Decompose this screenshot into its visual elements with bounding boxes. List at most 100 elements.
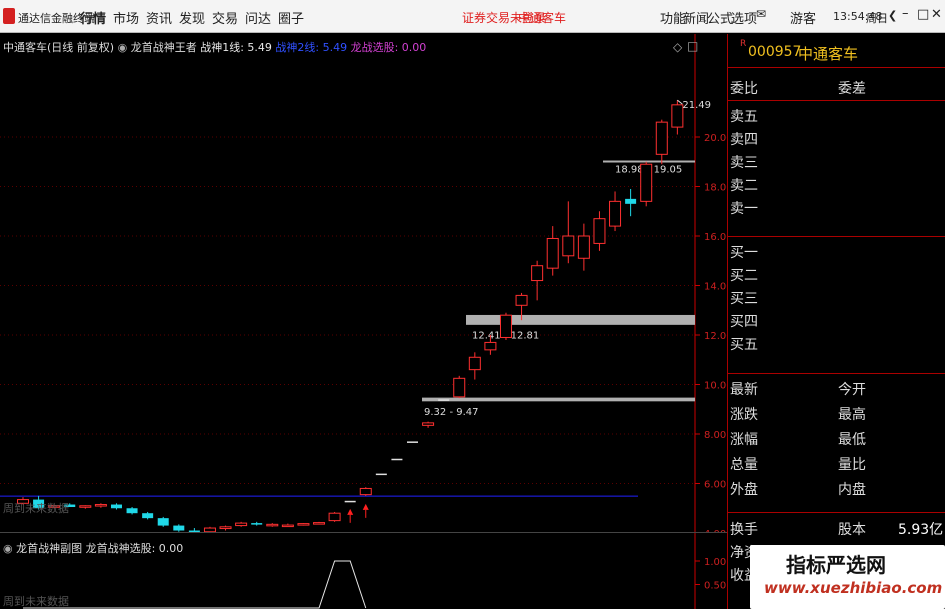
candle-body	[546, 237, 559, 269]
sub-signal-line	[23, 560, 367, 609]
settings-icon[interactable]: ◉	[118, 41, 131, 54]
r-badge-icon: R	[740, 39, 747, 49]
buy3-label: 买三	[730, 291, 758, 307]
candle-body	[531, 265, 544, 282]
candle-body	[593, 218, 606, 244]
candle-body	[94, 504, 107, 507]
candle-body	[297, 523, 310, 526]
menu-xuanxiang[interactable]: 选项	[731, 8, 757, 27]
kline-chart[interactable]: 20.0018.0016.0014.0012.0010.008.006.004.…	[0, 34, 727, 532]
candle-body	[655, 121, 668, 155]
menu-faxian[interactable]: 发现	[179, 8, 205, 27]
line1-value: 战神1线: 5.49	[200, 41, 272, 54]
y-tick-label: 14.00	[704, 282, 727, 293]
sub-settings-icon[interactable]: ◉	[3, 542, 16, 555]
sub-y-tick-label: 1.00	[704, 557, 726, 568]
candle-body	[515, 294, 528, 306]
sell4-label: 卖四	[730, 132, 758, 148]
candle-body	[79, 505, 92, 508]
y-tick-label: 8.00	[704, 430, 726, 441]
volume-label: 总量	[730, 457, 758, 473]
candle-body	[313, 522, 326, 525]
low-label: 最低	[838, 432, 866, 448]
candle-body	[173, 525, 185, 531]
support-box-3	[422, 397, 695, 402]
ratio-label: 委比	[730, 81, 758, 97]
inner-label: 内盘	[838, 482, 866, 498]
subchart-header: ◉ 龙首战神副图 龙首战神选股: 0.00	[3, 540, 183, 556]
candle-body	[438, 399, 450, 401]
candle-body	[281, 524, 294, 528]
menu-xinwen[interactable]: 新闻	[683, 8, 709, 27]
candle-body	[110, 504, 122, 509]
menu-wenda[interactable]: 问达	[245, 8, 271, 27]
sell3-label: 卖三	[730, 155, 758, 171]
candle-body	[484, 341, 497, 351]
y-tick-label: 10.00	[704, 381, 727, 392]
restore-window-icon[interactable]: ❮	[888, 9, 897, 22]
buy1-label: 买一	[730, 245, 758, 261]
candle-body	[499, 314, 512, 338]
app-logo-icon	[3, 8, 15, 24]
candle-body	[266, 523, 279, 527]
expand-icon[interactable]: □	[687, 39, 698, 53]
sell2-label: 卖二	[730, 178, 758, 194]
stock-period-label: 中通客车(日线 前复权)	[3, 41, 115, 54]
stock-code: 000957	[748, 44, 802, 60]
minimize-icon[interactable]: –	[902, 6, 909, 21]
indicator-name[interactable]: 龙首战神王者	[131, 41, 197, 54]
diamond-icon[interactable]: ◇	[673, 40, 682, 54]
candle-body	[328, 512, 341, 522]
watermark-url: www.xuezhibiao.com	[764, 579, 943, 597]
menu-jiaoyi[interactable]: 交易	[212, 8, 238, 27]
pct-label: 涨幅	[730, 432, 758, 448]
signal-value: 龙战选股: 0.00	[350, 41, 427, 54]
candle-body	[219, 526, 232, 530]
menu-bar: 通达信金融终端 行情 市场 资讯 发现 交易 问达 圈子 证券交易未登录 中通客…	[0, 0, 945, 33]
maximize-icon[interactable]: □	[917, 7, 929, 22]
menu-shichang[interactable]: 市场	[113, 8, 139, 27]
y-tick-label: 6.00	[704, 480, 726, 491]
subchart-title[interactable]: 龙首战神副图	[16, 542, 82, 555]
candle-body	[609, 200, 622, 227]
candle-body	[126, 508, 138, 514]
buy5-label: 买五	[730, 337, 758, 353]
candle-body	[468, 356, 481, 371]
candle-body	[157, 518, 169, 526]
stock-name: 中通客车	[798, 45, 859, 63]
candle-body	[562, 235, 575, 257]
watermark-overlay: 指标严选网 www.xuezhibiao.com	[750, 545, 945, 609]
line2-value: 战神2线: 5.49	[275, 41, 348, 54]
share-value: 5.93亿	[898, 522, 944, 538]
annot-high: 21.49	[682, 100, 711, 111]
candle-body	[359, 487, 372, 496]
current-stock-name[interactable]: 中通客车	[518, 9, 566, 26]
menu-quanzi[interactable]: 圈子	[278, 8, 304, 27]
candle-body	[251, 523, 263, 525]
support-box-3-label: 9.32 - 9.47	[424, 407, 479, 418]
guest-login[interactable]: 游客	[790, 8, 816, 27]
candle-body	[391, 458, 403, 461]
menu-hangqing[interactable]: 行情	[80, 8, 106, 27]
open-label: 今开	[838, 382, 866, 398]
candle-body	[640, 163, 653, 202]
menu-zixun[interactable]: 资讯	[146, 8, 172, 27]
support-box-1	[603, 160, 695, 163]
chart-area[interactable]: 20.0018.0016.0014.0012.0010.008.006.004.…	[0, 34, 727, 609]
y-tick-label: 12.00	[704, 331, 727, 342]
candle-body	[671, 104, 684, 128]
candle-body	[142, 513, 154, 519]
turnover-label: 换手	[730, 522, 758, 538]
menu-gongshi[interactable]: 公式	[707, 8, 733, 27]
sell1-label: 卖一	[730, 201, 758, 217]
high-label: 最高	[838, 407, 866, 423]
buy4-label: 买四	[730, 314, 758, 330]
close-icon[interactable]: ✕	[931, 7, 942, 22]
y-tick-label: 20.00	[704, 133, 727, 144]
message-icon[interactable]: ✉	[756, 7, 766, 21]
subchart-value: 龙首战神选股: 0.00	[85, 542, 184, 555]
buy2-label: 买二	[730, 268, 758, 284]
diff-label: 委差	[838, 81, 866, 97]
buy-signal-arrow-icon	[347, 508, 354, 515]
candle-body	[625, 198, 637, 204]
